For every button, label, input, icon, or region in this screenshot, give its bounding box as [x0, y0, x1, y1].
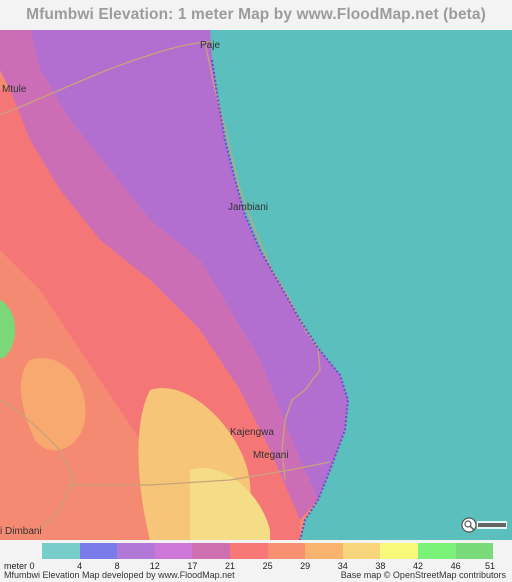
legend-swatch: [229, 543, 268, 559]
footer-attribution[interactable]: Base map © OpenStreetMap contributors: [341, 570, 506, 580]
page-title: Mfumbwi Elevation: 1 meter Map by www.Fl…: [26, 6, 486, 23]
legend-swatch: [79, 543, 118, 559]
place-label-jambiani: Jambiani: [228, 202, 268, 213]
legend-swatch: [154, 543, 193, 559]
legend-swatch: [305, 543, 343, 559]
legend-swatch: [192, 543, 230, 559]
legend-swatch: [267, 543, 306, 559]
legend-swatch: [42, 543, 80, 559]
legend-swatch: [455, 543, 494, 559]
place-label-paje: Paje: [200, 40, 220, 51]
title-bar: Mfumbwi Elevation: 1 meter Map by www.Fl…: [0, 0, 512, 30]
place-label-mtegani: Mtegani: [253, 450, 289, 461]
openstreetmap-logo-icon: [461, 517, 507, 533]
elevation-legend: meter 0 4 8 12 17 21 25 29 34 38 42 46 5…: [0, 541, 512, 571]
footer: Mfumbwi Elevation Map developed by www.F…: [0, 570, 512, 582]
elevation-map[interactable]: Paje Mtule Jambiani Kajengwa Mtegani i D…: [0, 30, 512, 540]
place-label-dimbani: i Dimbani: [0, 526, 42, 537]
legend-swatch: [417, 543, 456, 559]
place-label-mtule: Mtule: [2, 84, 27, 95]
place-label-kajengwa: Kajengwa: [230, 427, 274, 438]
footer-credit[interactable]: Mfumbwi Elevation Map developed by www.F…: [4, 570, 235, 580]
legend-swatch: [380, 543, 418, 559]
legend-swatches: [42, 543, 494, 559]
legend-swatch: [117, 543, 155, 559]
map-canvas[interactable]: Paje Mtule Jambiani Kajengwa Mtegani i D…: [0, 30, 512, 540]
legend-swatch: [342, 543, 381, 559]
